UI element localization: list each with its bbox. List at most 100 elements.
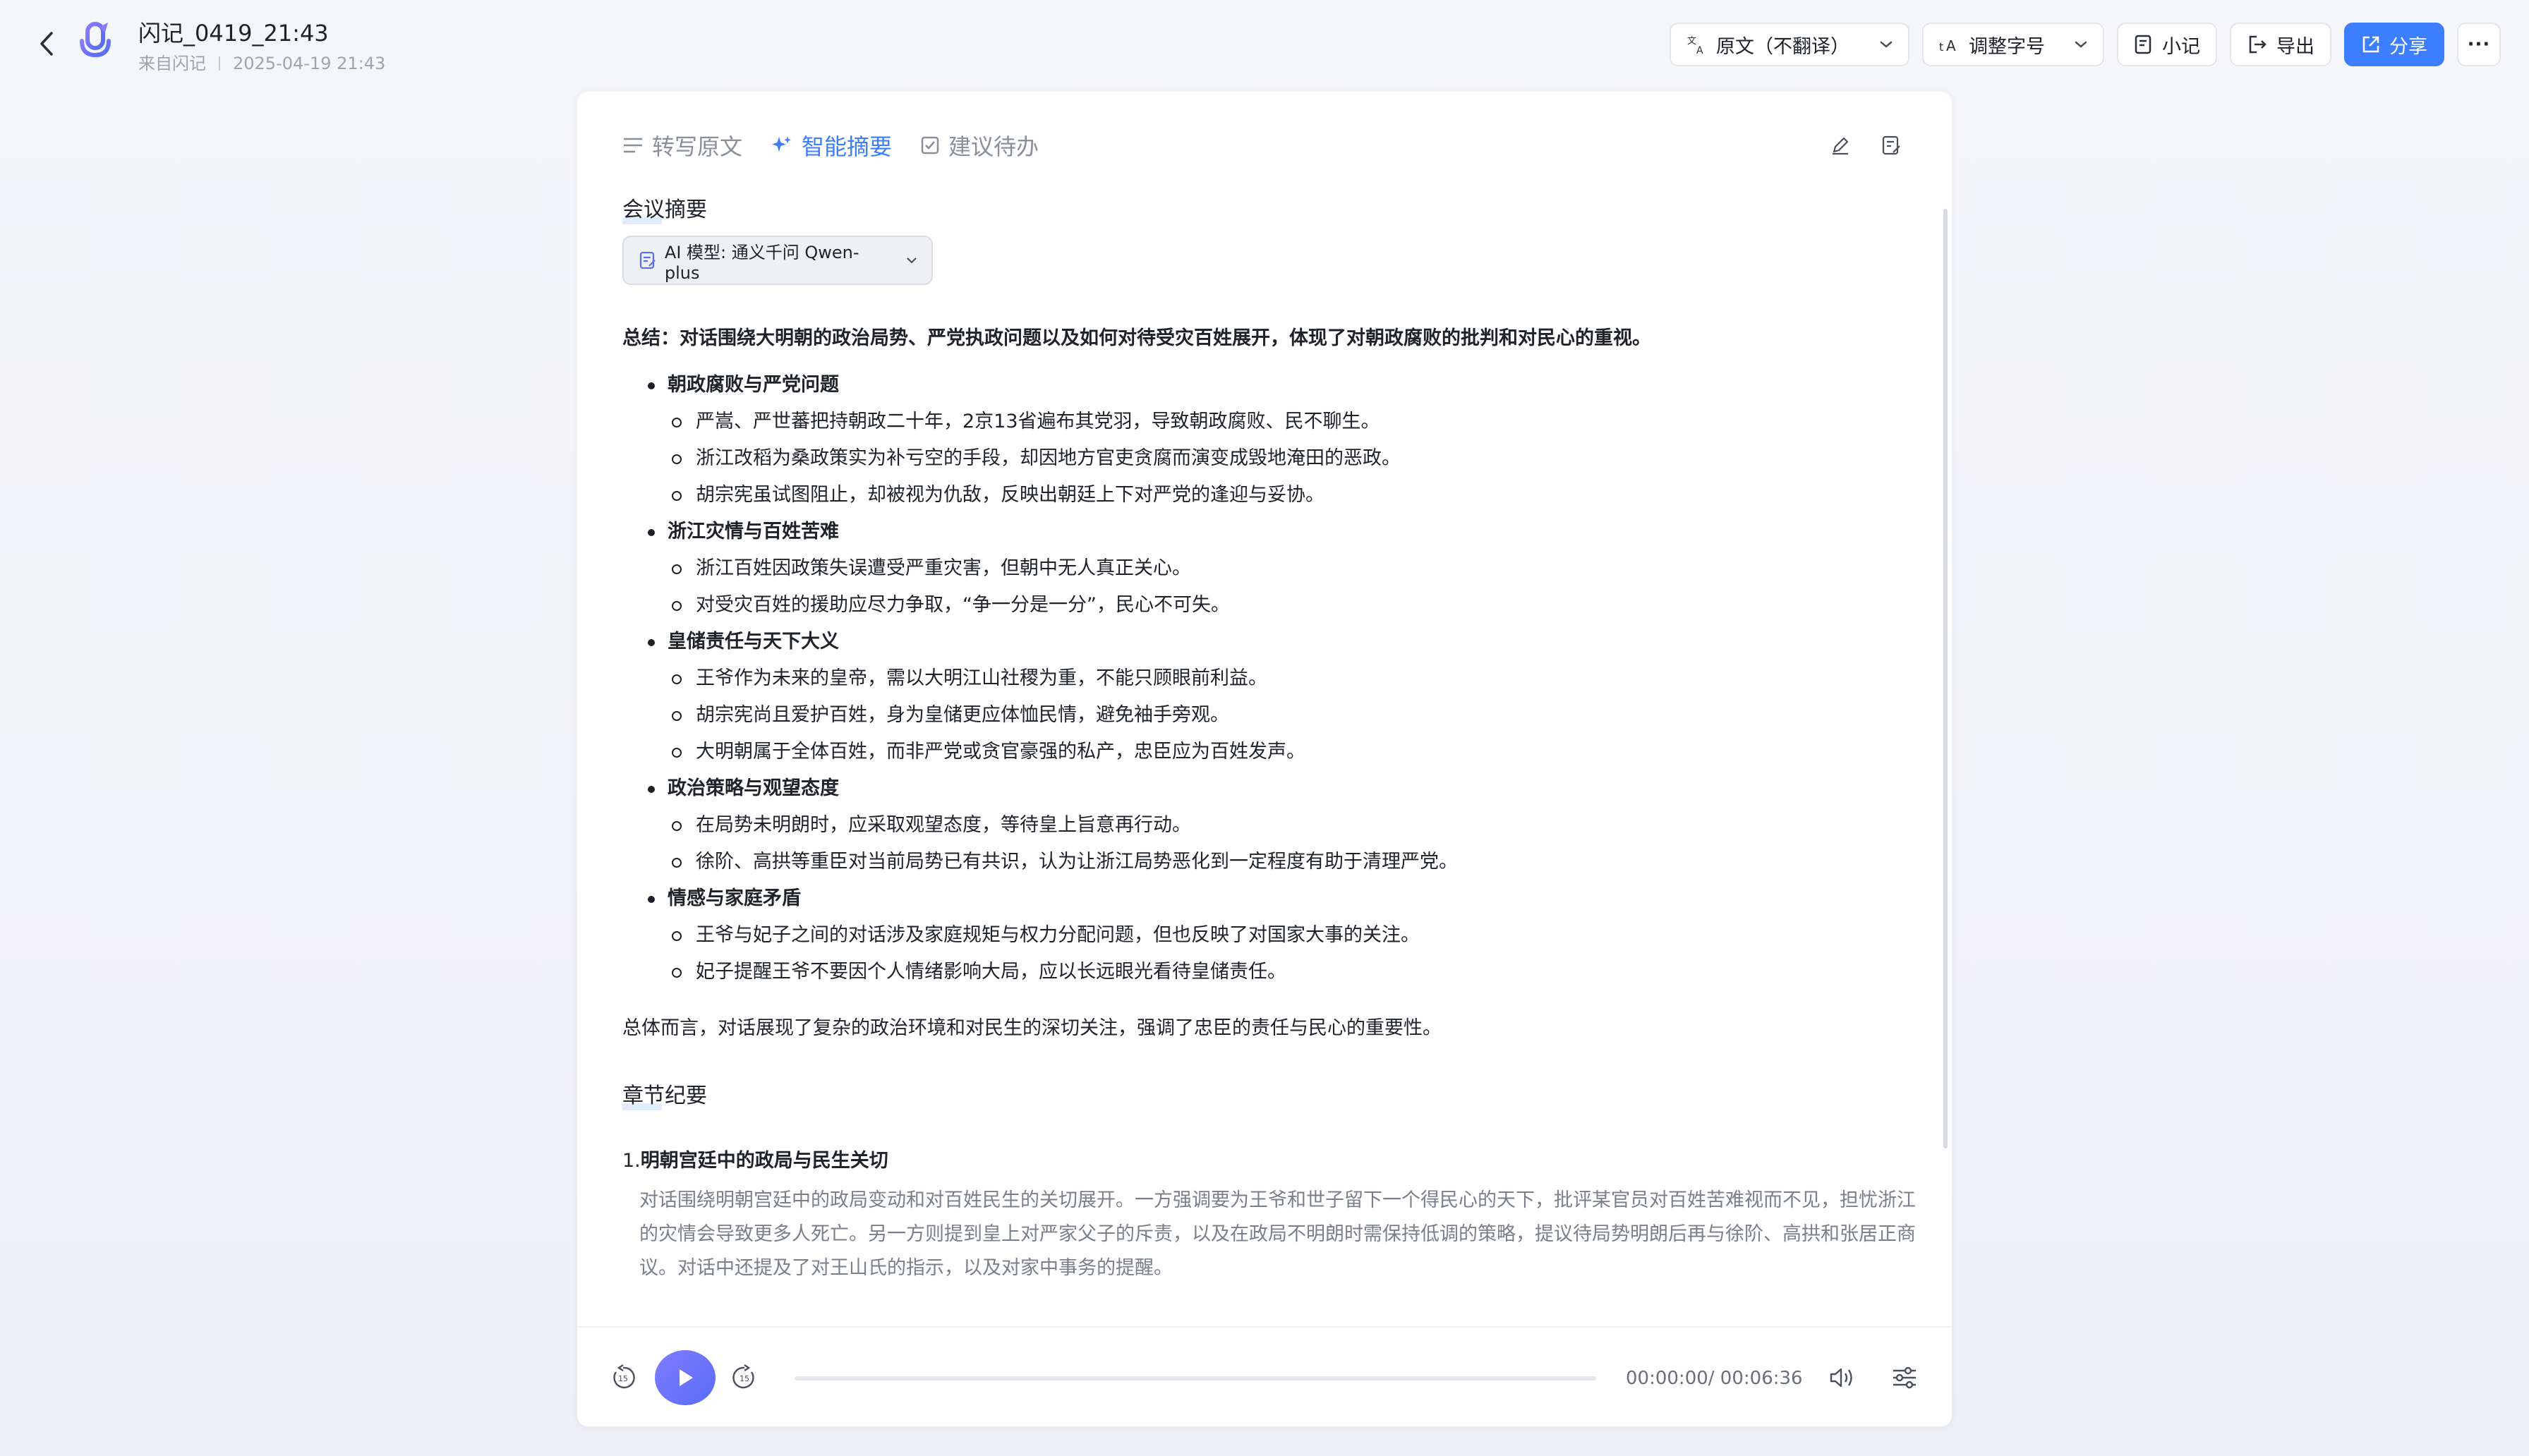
point-heading: 浙江灾情与百姓苦难 (648, 514, 1918, 550)
datetime-label: 2025-04-19 21:43 (233, 54, 386, 73)
chapter-summary-title: 章节纪要 (622, 1081, 707, 1112)
checkbox-icon (921, 136, 939, 154)
tab-smart-summary[interactable]: 智能摘要 (771, 129, 892, 162)
summary-panel: 转写原文 智能摘要 建议待办 会议摘要 AI 模型: 通义千问 Qwen-plu… (577, 92, 1952, 1426)
meeting-summary-title: 会议摘要 (622, 195, 707, 226)
sub-item: 妃子提醒王爷不要因个人情绪影响大局，应以长远眼光看待皇储责任。 (668, 954, 1918, 990)
svg-text:15: 15 (740, 1374, 749, 1383)
page-title[interactable]: 闪记_0419_21:43 (138, 18, 385, 48)
copy-summary-button[interactable] (1876, 130, 1907, 161)
sub-item: 大明朝属于全体百姓，而非严党或贪官豪强的私产，忠臣应为百姓发声。 (668, 734, 1918, 770)
chapter-item: 1.明朝宫廷中的政局与民生关切 对话围绕明朝宫廷中的政局变动和对百姓民生的关切展… (622, 1147, 1918, 1285)
skip-forward-button[interactable]: 15 (728, 1361, 761, 1394)
skip-back-button[interactable]: 15 (607, 1361, 639, 1394)
document-edit-icon (1882, 135, 1900, 155)
volume-button[interactable] (1826, 1361, 1859, 1394)
tab-transcript[interactable]: 转写原文 (622, 129, 742, 162)
summary-content: 会议摘要 AI 模型: 通义千问 Qwen-plus 总结：对话围绕大明朝的政治… (622, 195, 1918, 1285)
list-item: 政治策略与观望态度 在局势未明朗时，应采取观望态度，等待皇上旨意再行动。 徐阶、… (622, 770, 1918, 880)
forward-15-icon: 15 (732, 1364, 754, 1389)
edit-button[interactable] (1825, 130, 1856, 161)
chapter-body: 对话围绕明朝宫廷中的政局变动和对百姓民生的关切展开。一方强调要为王爷和世子留下一… (639, 1189, 1916, 1279)
point-heading: 朝政腐败与严党问题 (648, 367, 1918, 404)
current-time: 00:00:00 (1626, 1368, 1708, 1389)
play-icon (680, 1369, 693, 1386)
font-size-select-value: 调整字号 (1969, 35, 2045, 58)
more-button[interactable]: ··· (2457, 23, 2501, 66)
summary-points: 朝政腐败与严党问题 严嵩、严世蕃把持朝政二十年，2京13省遍布其党羽，导致朝政腐… (622, 367, 1918, 990)
chapter-title: 明朝宫廷中的政局与民生关切 (640, 1150, 888, 1172)
document-icon (639, 251, 656, 269)
tab-suggested-todos[interactable]: 建议待办 (920, 129, 1039, 162)
language-select[interactable]: 文A 原文（不翻译） (1670, 23, 1909, 66)
source-label: 来自闪记 (138, 54, 206, 73)
scrollbar[interactable] (1943, 209, 1948, 1148)
volume-icon (1830, 1368, 1852, 1388)
back-button[interactable] (31, 28, 62, 59)
svg-text:A: A (1946, 37, 1956, 54)
chapter-heading: 1.明朝宫廷中的政局与民生关切 (622, 1147, 1918, 1175)
sub-list: 浙江百姓因政策失误遭受严重灾害，但朝中无人真正关心。 对受灾百姓的援助应尽力争取… (668, 550, 1918, 624)
language-select-value: 原文（不翻译） (1716, 35, 1849, 58)
font-size-select[interactable]: tA 调整字号 (1922, 23, 2104, 66)
tab-label: 智能摘要 (802, 133, 893, 160)
sub-item: 严嵩、严世蕃把持朝政二十年，2京13省遍布其党羽，导致朝政腐败、民不聊生。 (668, 404, 1918, 440)
total-time: / 00:06:36 (1708, 1368, 1803, 1389)
sub-item: 在局势未明朗时，应采取观望态度，等待皇上旨意再行动。 (668, 807, 1918, 844)
title-block: 闪记_0419_21:43 来自闪记 2025-04-19 21:43 (138, 18, 385, 76)
sub-list: 王爷作为未来的皇帝，需以大明江山社稷为重，不能只顾眼前利益。 胡宗宪尚且爱护百姓… (668, 660, 1918, 770)
sub-item: 王爷作为未来的皇帝，需以大明江山社稷为重，不能只顾眼前利益。 (668, 660, 1918, 697)
point-heading: 情感与家庭矛盾 (648, 880, 1918, 917)
ai-model-label: AI 模型: 通义千问 Qwen-plus (664, 242, 859, 283)
chevron-down-icon (2075, 41, 2087, 48)
share-label: 分享 (2389, 35, 2427, 58)
rewind-15-icon: 15 (613, 1364, 635, 1389)
time-display: 00:00:00/ 00:06:36 (1626, 1366, 1803, 1391)
export-button[interactable]: 导出 (2230, 23, 2331, 66)
chapter-number: 1. (622, 1150, 641, 1172)
page-subtitle: 来自闪记 2025-04-19 21:43 (138, 51, 385, 76)
audio-player: 15 15 00:00:00/ 00:06:36 (577, 1326, 1952, 1426)
sub-item: 胡宗宪尚且爱护百姓，身为皇储更应体恤民情，避免袖手旁观。 (668, 697, 1918, 734)
sub-item: 徐阶、高拱等重臣对当前局势已有共识，认为让浙江局势恶化到一定程度有助于清理严党。 (668, 844, 1918, 880)
tab-label: 转写原文 (652, 133, 743, 160)
chevron-left-icon (40, 32, 53, 56)
sub-list: 王爷与妃子之间的对话涉及家庭规矩与权力分配问题，但也反映了对国家大事的关注。 妃… (668, 917, 1918, 990)
list-item: 皇储责任与天下大义 王爷作为未来的皇帝，需以大明江山社稷为重，不能只顾眼前利益。… (622, 624, 1918, 770)
point-heading: 政治策略与观望态度 (648, 770, 1918, 807)
ai-model-select[interactable]: AI 模型: 通义千问 Qwen-plus (622, 236, 933, 285)
sparkle-icon (772, 136, 792, 152)
list-item: 情感与家庭矛盾 王爷与妃子之间的对话涉及家庭规矩与权力分配问题，但也反映了对国家… (622, 880, 1918, 990)
notes-button[interactable]: 小记 (2117, 23, 2217, 66)
progress-bar[interactable] (795, 1376, 1596, 1381)
player-settings-button[interactable] (1888, 1361, 1921, 1394)
font-size-icon: tA (1939, 37, 1956, 54)
chevron-down-icon (907, 257, 917, 264)
tab-bar: 转写原文 智能摘要 建议待办 (622, 126, 1039, 165)
share-button[interactable]: 分享 (2344, 23, 2444, 66)
export-icon (2249, 35, 2267, 54)
note-icon (2135, 35, 2151, 54)
sub-list: 在局势未明朗时，应采取观望态度，等待皇上旨意再行动。 徐阶、高拱等重臣对当前局势… (668, 807, 1918, 880)
notes-label: 小记 (2162, 35, 2200, 58)
chevron-down-icon (1880, 41, 1893, 48)
sub-item: 对受灾百姓的援助应尽力争取，“争一分是一分”，民心不可失。 (668, 587, 1918, 624)
more-icon: ··· (2467, 34, 2491, 55)
list-item: 浙江灾情与百姓苦难 浙江百姓因政策失误遭受严重灾害，但朝中无人真正关心。 对受灾… (622, 514, 1918, 624)
app-logo-icon (76, 20, 116, 65)
svg-text:文: 文 (1687, 36, 1696, 47)
divider (219, 56, 220, 71)
toolbar: 文A 原文（不翻译） tA 调整字号 小记 导出 分享 ··· (1670, 23, 2501, 66)
play-button[interactable] (655, 1350, 716, 1405)
pencil-icon (1833, 137, 1849, 155)
sub-list: 严嵩、严世蕃把持朝政二十年，2京13省遍布其党羽，导致朝政腐败、民不聊生。 浙江… (668, 404, 1918, 514)
point-heading: 皇储责任与天下大义 (648, 624, 1918, 660)
sub-item: 浙江改稻为桑政策实为补亏空的手段，却因地方官吏贪腐而演变成毁地淹田的恶政。 (668, 440, 1918, 477)
svg-text:A: A (1696, 45, 1703, 55)
sub-item: 胡宗宪虽试图阻止，却被视为仇敌，反映出朝廷上下对严党的逢迎与妥协。 (668, 477, 1918, 514)
sub-item: 浙江百姓因政策失误遭受严重灾害，但朝中无人真正关心。 (668, 550, 1918, 587)
translate-icon: 文A (1687, 36, 1703, 55)
sliders-icon (1893, 1366, 1916, 1389)
list-item: 朝政腐败与严党问题 严嵩、严世蕃把持朝政二十年，2京13省遍布其党羽，导致朝政腐… (622, 367, 1918, 514)
tab-label: 建议待办 (948, 133, 1039, 160)
